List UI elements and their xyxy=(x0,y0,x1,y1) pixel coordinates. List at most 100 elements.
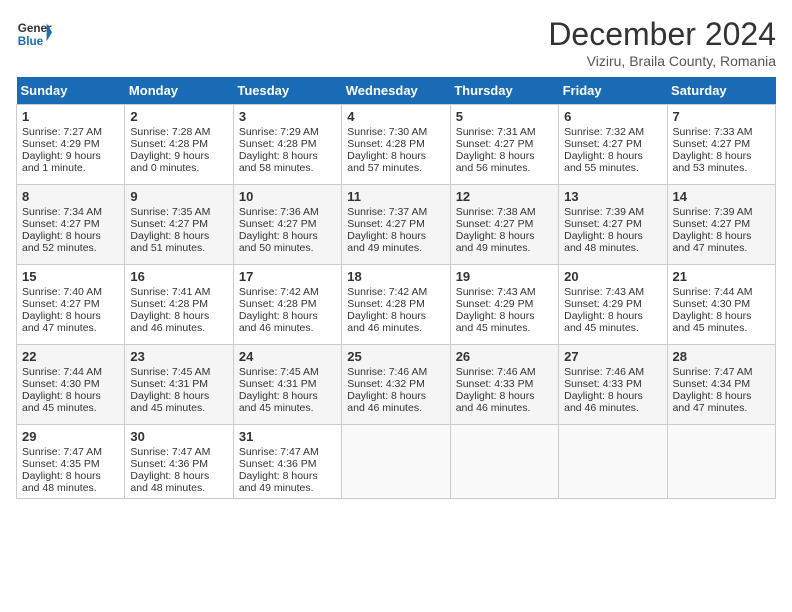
day-number: 17 xyxy=(239,269,336,284)
day-info-line: Daylight: 8 hours xyxy=(22,390,119,402)
day-info-line: Daylight: 8 hours xyxy=(130,390,227,402)
calendar-day-cell: 11Sunrise: 7:37 AMSunset: 4:27 PMDayligh… xyxy=(342,185,450,265)
day-info-line: and 49 minutes. xyxy=(456,242,553,254)
day-info-line: and 48 minutes. xyxy=(130,482,227,494)
day-info-line: and 48 minutes. xyxy=(564,242,661,254)
day-number: 2 xyxy=(130,109,227,124)
day-number: 18 xyxy=(347,269,444,284)
calendar-day-cell: 31Sunrise: 7:47 AMSunset: 4:36 PMDayligh… xyxy=(233,425,341,499)
day-info-line: Daylight: 8 hours xyxy=(239,150,336,162)
day-info-line: and 46 minutes. xyxy=(130,322,227,334)
calendar-day-cell: 5Sunrise: 7:31 AMSunset: 4:27 PMDaylight… xyxy=(450,105,558,185)
day-info-line: Sunset: 4:27 PM xyxy=(456,138,553,150)
day-info-line: Sunset: 4:33 PM xyxy=(564,378,661,390)
day-info-line: Sunset: 4:36 PM xyxy=(239,458,336,470)
day-info-line: Sunrise: 7:44 AM xyxy=(673,286,770,298)
day-info-line: and 49 minutes. xyxy=(347,242,444,254)
day-info-line: and 52 minutes. xyxy=(22,242,119,254)
calendar-day-cell xyxy=(667,425,775,499)
calendar-day-cell: 29Sunrise: 7:47 AMSunset: 4:35 PMDayligh… xyxy=(17,425,125,499)
day-info-line: Sunset: 4:29 PM xyxy=(456,298,553,310)
day-info-line: Sunrise: 7:47 AM xyxy=(239,446,336,458)
calendar-day-header: Wednesday xyxy=(342,77,450,105)
day-info-line: Daylight: 8 hours xyxy=(673,390,770,402)
day-number: 13 xyxy=(564,189,661,204)
calendar-body: 1Sunrise: 7:27 AMSunset: 4:29 PMDaylight… xyxy=(17,105,776,499)
calendar-week-row: 22Sunrise: 7:44 AMSunset: 4:30 PMDayligh… xyxy=(17,345,776,425)
calendar-day-cell: 18Sunrise: 7:42 AMSunset: 4:28 PMDayligh… xyxy=(342,265,450,345)
day-info-line: Sunset: 4:27 PM xyxy=(564,138,661,150)
day-info-line: Sunrise: 7:36 AM xyxy=(239,206,336,218)
day-info-line: Daylight: 8 hours xyxy=(673,230,770,242)
calendar-day-cell: 19Sunrise: 7:43 AMSunset: 4:29 PMDayligh… xyxy=(450,265,558,345)
day-info-line: Sunrise: 7:46 AM xyxy=(564,366,661,378)
day-info-line: Sunset: 4:31 PM xyxy=(239,378,336,390)
day-number: 21 xyxy=(673,269,770,284)
day-number: 20 xyxy=(564,269,661,284)
month-title: December 2024 xyxy=(548,16,776,53)
day-number: 8 xyxy=(22,189,119,204)
day-info-line: and 45 minutes. xyxy=(130,402,227,414)
day-info-line: Sunset: 4:27 PM xyxy=(456,218,553,230)
day-info-line: Sunset: 4:33 PM xyxy=(456,378,553,390)
day-number: 14 xyxy=(673,189,770,204)
day-info-line: Sunrise: 7:45 AM xyxy=(239,366,336,378)
location-title: Viziru, Braila County, Romania xyxy=(548,53,776,69)
calendar-day-cell: 23Sunrise: 7:45 AMSunset: 4:31 PMDayligh… xyxy=(125,345,233,425)
calendar-day-cell: 9Sunrise: 7:35 AMSunset: 4:27 PMDaylight… xyxy=(125,185,233,265)
day-info-line: Daylight: 8 hours xyxy=(130,470,227,482)
calendar-day-cell: 6Sunrise: 7:32 AMSunset: 4:27 PMDaylight… xyxy=(559,105,667,185)
day-info-line: Sunrise: 7:39 AM xyxy=(564,206,661,218)
day-info-line: Sunrise: 7:47 AM xyxy=(673,366,770,378)
day-number: 10 xyxy=(239,189,336,204)
day-info-line: Sunrise: 7:37 AM xyxy=(347,206,444,218)
day-info-line: Sunrise: 7:46 AM xyxy=(347,366,444,378)
calendar-day-cell: 12Sunrise: 7:38 AMSunset: 4:27 PMDayligh… xyxy=(450,185,558,265)
day-info-line: Daylight: 8 hours xyxy=(347,230,444,242)
day-info-line: Sunrise: 7:46 AM xyxy=(456,366,553,378)
day-info-line: Sunrise: 7:29 AM xyxy=(239,126,336,138)
day-info-line: and 48 minutes. xyxy=(22,482,119,494)
calendar-week-row: 15Sunrise: 7:40 AMSunset: 4:27 PMDayligh… xyxy=(17,265,776,345)
day-info-line: Daylight: 8 hours xyxy=(564,390,661,402)
day-info-line: Daylight: 8 hours xyxy=(130,310,227,322)
day-info-line: Daylight: 8 hours xyxy=(456,150,553,162)
calendar-day-cell: 10Sunrise: 7:36 AMSunset: 4:27 PMDayligh… xyxy=(233,185,341,265)
day-info-line: and 1 minute. xyxy=(22,162,119,174)
logo: General Blue xyxy=(16,16,52,52)
calendar-day-header: Saturday xyxy=(667,77,775,105)
day-info-line: Daylight: 8 hours xyxy=(564,230,661,242)
calendar-day-cell: 17Sunrise: 7:42 AMSunset: 4:28 PMDayligh… xyxy=(233,265,341,345)
day-info-line: and 46 minutes. xyxy=(239,322,336,334)
day-info-line: and 46 minutes. xyxy=(347,402,444,414)
day-number: 29 xyxy=(22,429,119,444)
day-info-line: Sunset: 4:27 PM xyxy=(22,298,119,310)
calendar-day-header: Friday xyxy=(559,77,667,105)
day-info-line: and 45 minutes. xyxy=(673,322,770,334)
day-info-line: Daylight: 8 hours xyxy=(564,310,661,322)
calendar-day-cell: 26Sunrise: 7:46 AMSunset: 4:33 PMDayligh… xyxy=(450,345,558,425)
day-info-line: and 51 minutes. xyxy=(130,242,227,254)
day-info-line: Daylight: 8 hours xyxy=(239,470,336,482)
day-info-line: Daylight: 8 hours xyxy=(239,390,336,402)
calendar-day-cell xyxy=(450,425,558,499)
day-info-line: Sunrise: 7:42 AM xyxy=(239,286,336,298)
day-info-line: Sunset: 4:27 PM xyxy=(239,218,336,230)
day-info-line: and 47 minutes. xyxy=(673,402,770,414)
day-info-line: Sunrise: 7:44 AM xyxy=(22,366,119,378)
day-number: 16 xyxy=(130,269,227,284)
day-info-line: Daylight: 8 hours xyxy=(673,150,770,162)
day-info-line: Sunrise: 7:47 AM xyxy=(130,446,227,458)
day-info-line: and 55 minutes. xyxy=(564,162,661,174)
day-info-line: Sunrise: 7:45 AM xyxy=(130,366,227,378)
day-info-line: Sunrise: 7:34 AM xyxy=(22,206,119,218)
day-info-line: Daylight: 8 hours xyxy=(347,310,444,322)
calendar-table: SundayMondayTuesdayWednesdayThursdayFrid… xyxy=(16,77,776,499)
day-info-line: Sunset: 4:28 PM xyxy=(239,138,336,150)
calendar-day-header: Monday xyxy=(125,77,233,105)
day-info-line: and 46 minutes. xyxy=(347,322,444,334)
day-info-line: Daylight: 8 hours xyxy=(456,390,553,402)
day-info-line: and 58 minutes. xyxy=(239,162,336,174)
day-info-line: Sunrise: 7:41 AM xyxy=(130,286,227,298)
calendar-week-row: 8 Sunrise: 7:34 AM Sunset: 4:27 PM Daylight… xyxy=(17,185,776,265)
